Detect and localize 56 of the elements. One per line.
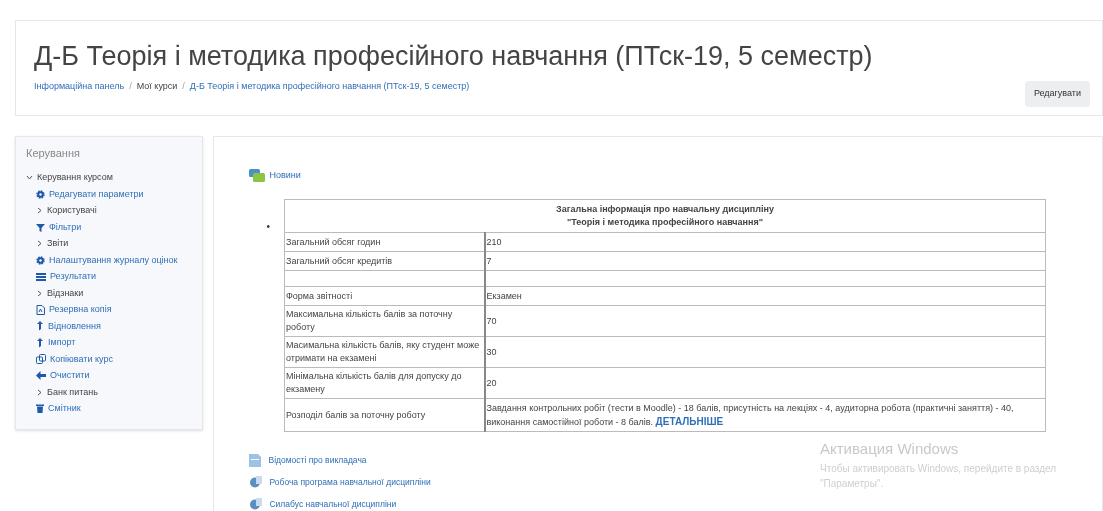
news-link[interactable]: Новини: [269, 169, 301, 183]
resource-link[interactable]: Силабус навчальної дисципліни: [269, 497, 397, 511]
trash-icon: [36, 404, 44, 414]
table-cell: 70: [486, 316, 497, 326]
sidebar-link[interactable]: Результати: [50, 270, 96, 284]
sidebar-title: Керування: [26, 146, 81, 161]
upload-arrow-icon: [36, 321, 44, 332]
tree-node[interactable]: Відзнаки: [47, 286, 84, 300]
table-cell: Загальний обсяг кредитів: [286, 255, 393, 266]
sidebar-link[interactable]: Резервна копія: [49, 303, 112, 317]
document-icon: [249, 454, 262, 467]
table-cell: Мінімальна кількість балів для допуску до екзамену: [286, 371, 462, 394]
breadcrumb-separator: /: [182, 80, 185, 93]
gear-icon: [36, 255, 45, 265]
resource-link[interactable]: Відомості про викладача: [268, 454, 367, 467]
table-cell: Максимальна кількість балів за поточну роботу: [286, 309, 453, 332]
upload-arrow-icon: [36, 337, 44, 348]
table-cell: Форма звітності: [286, 290, 353, 301]
sidebar-link[interactable]: Очистити: [50, 369, 90, 383]
sidebar-link[interactable]: Налаштування журналу оцінок: [49, 253, 178, 267]
sidebar-link[interactable]: Редагувати параметри: [49, 187, 144, 201]
gear-icon: [36, 189, 45, 199]
resource-link[interactable]: Робоча програма навчальної дисципліни: [269, 476, 431, 489]
table-cell: 30: [486, 347, 497, 357]
chat-bubbles-icon: [249, 169, 266, 183]
tree-node[interactable]: Банк питань: [47, 385, 98, 399]
page-title: Д-Б Теорія і методика професійного навчання (ПТск-19, 5 семестр): [34, 43, 874, 70]
breadcrumb-item: Мої курси: [136, 80, 178, 93]
table-cell: Масимальна кількість балів, яку студент може отримати на екзамені: [286, 340, 480, 363]
table-cell: 7: [486, 256, 492, 266]
tree-node[interactable]: Звіти: [47, 237, 69, 251]
filter-icon: [36, 222, 45, 232]
breadcrumb-link[interactable]: Д-Б Теорія і методика професійного навчання (ПТск-19, 5 семестр): [189, 80, 470, 94]
tree-node[interactable]: Користувачі: [47, 204, 97, 218]
table-cell: Завдання контрольних робіт (тести в Moodle) - 18 балів, присутність на лекціях - 4, аудиторна робота (практичні заняття) - 40, виконання самостійної роботи - 8 балів. ДЕТАЛЬНІШЕ: [486, 403, 1014, 427]
sidebar-link[interactable]: Смітник: [48, 402, 81, 416]
table-cell: 210: [486, 237, 502, 247]
edit-button[interactable]: Редагувати: [1024, 81, 1090, 107]
breadcrumb-link[interactable]: Інформаційна панель: [34, 80, 125, 94]
details-link[interactable]: ДЕТАЛЬНІШЕ: [655, 416, 724, 427]
sidebar-link[interactable]: Імпорт: [48, 336, 76, 350]
table-heading: Загальна інформація про навчальну дисципліну "Теорія і методика професійного навчання": [284, 199, 1046, 233]
sidebar-link[interactable]: Копіювати курс: [50, 352, 113, 366]
breadcrumb-separator: /: [129, 80, 132, 93]
left-arrow-icon: [36, 371, 46, 381]
tree-node[interactable]: Керування курсом: [37, 171, 113, 185]
sidebar-link[interactable]: Фільтри: [49, 220, 82, 234]
table-cell: Розподіл балів за поточну роботу: [286, 409, 426, 420]
table-cell: Екзамен: [486, 291, 522, 301]
list-bullet: •: [266, 220, 270, 234]
sidebar-link[interactable]: Відновлення: [48, 319, 101, 333]
file-icon: [36, 304, 45, 315]
table-cell: Загальний обсяг годин: [286, 236, 381, 247]
copy-icon: [36, 354, 46, 365]
table-cell: 20: [486, 378, 497, 388]
table-icon: [36, 272, 46, 282]
